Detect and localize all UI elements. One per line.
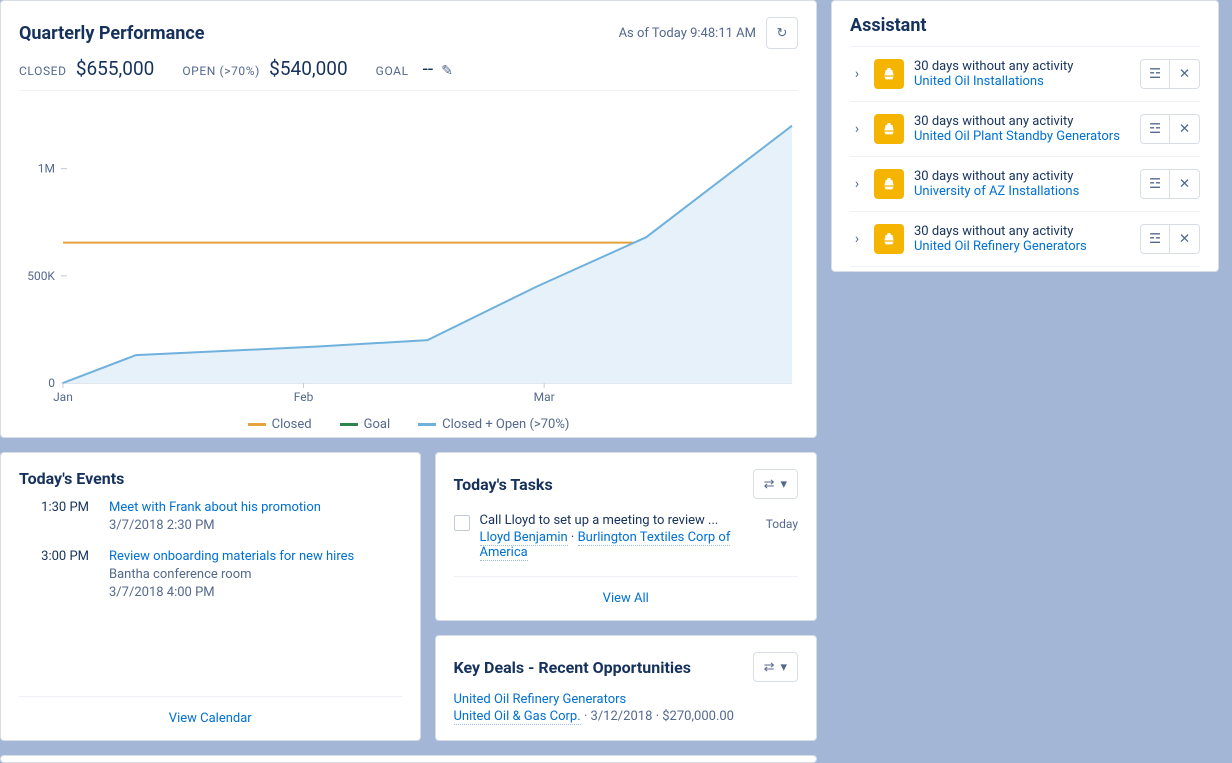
placeholder-card [0, 755, 817, 763]
qp-title: Quarterly Performance [19, 23, 204, 44]
assistant-settings-button[interactable]: ☲ [1140, 59, 1170, 89]
chevron-down-icon: ▾ [780, 660, 787, 675]
legend-goal-label: Goal [364, 417, 391, 432]
expand-icon[interactable]: › [850, 66, 864, 82]
assistant-message: 30 days without any activity [914, 169, 1130, 184]
event-time: 3:00 PM [19, 549, 89, 600]
assistant-message: 30 days without any activity [914, 224, 1130, 239]
goal-label: GOAL [376, 64, 409, 78]
assistant-item: › 30 days without any activity United Oi… [850, 212, 1200, 267]
assistant-record-link[interactable]: United Oil Refinery Generators [914, 239, 1130, 254]
filter-icon: ⇄ [764, 477, 775, 492]
event-time: 1:30 PM [19, 500, 89, 533]
svg-text:Jan: Jan [53, 390, 73, 404]
event-sub: 3/7/2018 4:00 PM [109, 585, 354, 600]
deal-amount: $270,000.00 [662, 709, 734, 724]
svg-text:Feb: Feb [294, 390, 314, 404]
todays-events-card: Today's Events 1:30 PM Meet with Frank a… [0, 452, 421, 741]
todays-tasks-card: Today's Tasks ⇄ ▾ Call Lloyd to set up a… [435, 452, 818, 621]
refresh-button[interactable]: ↻ [766, 17, 798, 49]
event-row: 1:30 PM Meet with Frank about his promot… [19, 500, 402, 533]
opportunity-icon [874, 169, 904, 199]
event-link[interactable]: Review onboarding materials for new hire… [109, 549, 354, 564]
list-icon: ☲ [1149, 66, 1161, 82]
key-deals-card: Key Deals - Recent Opportunities ⇄ ▾ Uni… [435, 635, 818, 741]
closed-value: $655,000 [76, 57, 155, 80]
qp-asof-text: As of Today 9:48:11 AM [619, 26, 756, 41]
task-due: Today [766, 517, 798, 531]
assistant-dismiss-button[interactable]: ✕ [1170, 59, 1200, 89]
qp-chart: 0500K1MJanFebMar Closed Goal Closed + Op… [19, 97, 798, 427]
legend-closed-label: Closed [272, 417, 312, 432]
task-row: Call Lloyd to set up a meeting to review… [454, 509, 799, 566]
event-sub: 3/7/2018 2:30 PM [109, 518, 321, 533]
opportunity-icon [874, 59, 904, 89]
event-row: 3:00 PM Review onboarding materials for … [19, 549, 402, 600]
close-icon: ✕ [1179, 66, 1190, 82]
assistant-message: 30 days without any activity [914, 59, 1130, 74]
svg-text:500K: 500K [27, 269, 55, 283]
task-checkbox[interactable] [454, 515, 470, 531]
chevron-down-icon: ▾ [780, 477, 787, 492]
assistant-record-link[interactable]: United Oil Installations [914, 74, 1130, 89]
deal-account-link[interactable]: United Oil & Gas Corp. [454, 709, 581, 725]
svg-text:1M: 1M [38, 162, 55, 176]
assistant-message: 30 days without any activity [914, 114, 1130, 129]
assistant-title: Assistant [850, 15, 1200, 47]
assistant-item: › 30 days without any activity Universit… [850, 157, 1200, 212]
assistant-record-link[interactable]: University of AZ Installations [914, 184, 1130, 199]
event-sub: Bantha conference room [109, 567, 354, 582]
task-contact-link[interactable]: Lloyd Benjamin [480, 530, 568, 546]
goal-value: -- [423, 57, 434, 80]
tasks-menu-button[interactable]: ⇄ ▾ [753, 469, 798, 499]
legend-closed-open: Closed + Open (>70%) [418, 417, 569, 432]
task-title[interactable]: Call Lloyd to set up a meeting to review… [480, 513, 756, 528]
assistant-settings-button[interactable]: ☲ [1140, 169, 1170, 199]
open-value: $540,000 [269, 57, 348, 80]
expand-icon[interactable]: › [850, 121, 864, 137]
deals-title: Key Deals - Recent Opportunities [454, 658, 691, 677]
legend-closed-open-label: Closed + Open (>70%) [442, 417, 569, 432]
deal-date: 3/12/2018 [591, 709, 653, 724]
closed-label: CLOSED [19, 64, 67, 78]
assistant-item: › 30 days without any activity United Oi… [850, 47, 1200, 102]
assistant-card: Assistant › 30 days without any activity… [831, 0, 1219, 272]
close-icon: ✕ [1179, 121, 1190, 137]
list-icon: ☲ [1149, 121, 1161, 137]
open-label: OPEN (>70%) [182, 64, 260, 78]
quarterly-performance-card: Quarterly Performance As of Today 9:48:1… [0, 0, 817, 438]
assistant-dismiss-button[interactable]: ✕ [1170, 114, 1200, 144]
svg-text:Mar: Mar [534, 390, 555, 404]
svg-text:0: 0 [48, 376, 55, 390]
assistant-settings-button[interactable]: ☲ [1140, 224, 1170, 254]
list-icon: ☲ [1149, 176, 1161, 192]
edit-goal-icon[interactable]: ✎ [441, 63, 453, 79]
assistant-settings-button[interactable]: ☲ [1140, 114, 1170, 144]
opportunity-icon [874, 224, 904, 254]
assistant-dismiss-button[interactable]: ✕ [1170, 224, 1200, 254]
assistant-record-link[interactable]: United Oil Plant Standby Generators [914, 129, 1130, 144]
filter-icon: ⇄ [764, 660, 775, 675]
tasks-title: Today's Tasks [454, 475, 553, 494]
legend-closed: Closed [248, 417, 312, 432]
view-calendar-link[interactable]: View Calendar [169, 711, 252, 726]
expand-icon[interactable]: › [850, 231, 864, 247]
deal-row: United Oil Refinery Generators United Oi… [454, 692, 799, 724]
event-link[interactable]: Meet with Frank about his promotion [109, 500, 321, 515]
legend-goal: Goal [340, 417, 391, 432]
events-title: Today's Events [19, 469, 402, 488]
assistant-item: › 30 days without any activity United Oi… [850, 102, 1200, 157]
view-all-tasks-link[interactable]: View All [603, 591, 649, 606]
refresh-icon: ↻ [777, 26, 788, 41]
deal-name-link[interactable]: United Oil Refinery Generators [454, 692, 799, 707]
close-icon: ✕ [1179, 231, 1190, 247]
list-icon: ☲ [1149, 231, 1161, 247]
opportunity-icon [874, 114, 904, 144]
expand-icon[interactable]: › [850, 176, 864, 192]
deals-menu-button[interactable]: ⇄ ▾ [753, 652, 798, 682]
assistant-dismiss-button[interactable]: ✕ [1170, 169, 1200, 199]
close-icon: ✕ [1179, 176, 1190, 192]
